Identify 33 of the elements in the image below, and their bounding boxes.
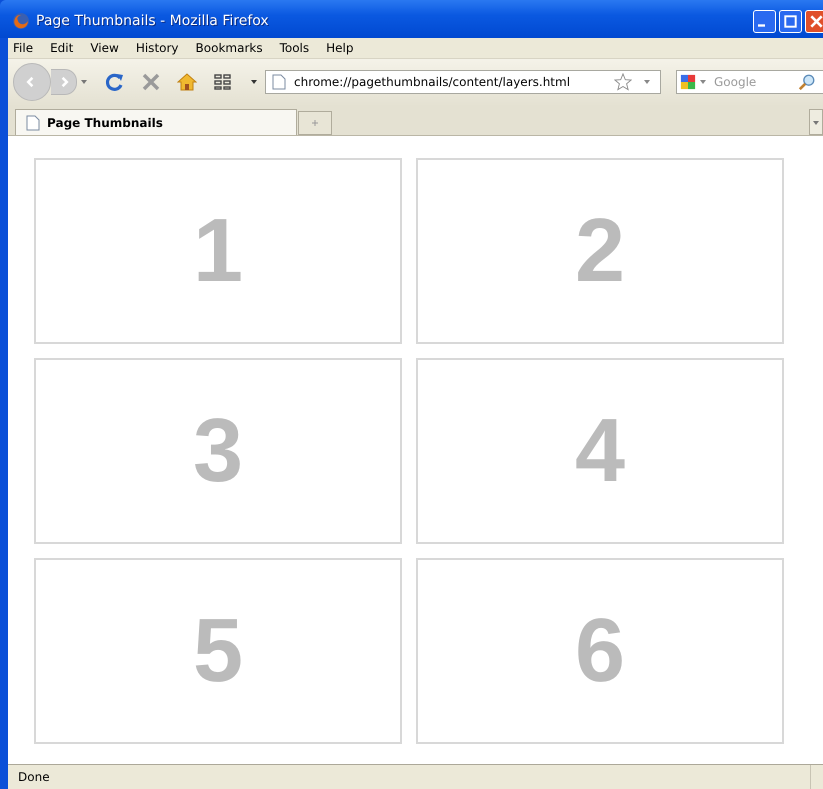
status-text: Done [18,770,50,784]
search-icon[interactable] [798,73,816,91]
address-field[interactable]: chrome://pagethumbnails/content/layers.html [265,70,661,94]
search-engine-icon[interactable] [680,74,696,90]
stop-icon[interactable] [141,72,161,92]
close-icon [810,14,823,28]
menu-item[interactable]: Help [326,41,354,55]
window-title: Page Thumbnails - Mozilla Firefox [36,13,269,29]
search-field[interactable]: Google [676,70,823,94]
dropdown-icon [812,121,820,125]
tab[interactable]: Page Thumbnails [15,109,297,135]
reload-icon[interactable] [105,72,125,92]
forward-button[interactable] [51,69,77,95]
browser-logo-icon [12,12,30,30]
menu-item[interactable]: Tools [280,41,310,55]
plus-icon [310,118,320,128]
maximize-button[interactable] [779,10,802,32]
page-icon [272,74,286,90]
star-icon[interactable] [614,73,632,91]
menu-item[interactable]: View [90,41,119,55]
menu-item[interactable]: Edit [50,41,74,55]
minimize-button[interactable] [753,10,776,32]
menu-item[interactable]: History [136,41,179,55]
tab-list-button[interactable] [809,109,823,135]
grid-icon[interactable] [213,72,233,92]
minimize-icon [758,24,765,26]
maximize-icon [784,14,797,28]
close-button[interactable] [805,10,823,32]
menu-item[interactable]: File [13,41,34,55]
page-icon [26,114,40,130]
menu-item[interactable]: Bookmarks [196,41,263,55]
dropdown-icon[interactable] [251,80,257,84]
home-icon[interactable] [177,72,197,92]
